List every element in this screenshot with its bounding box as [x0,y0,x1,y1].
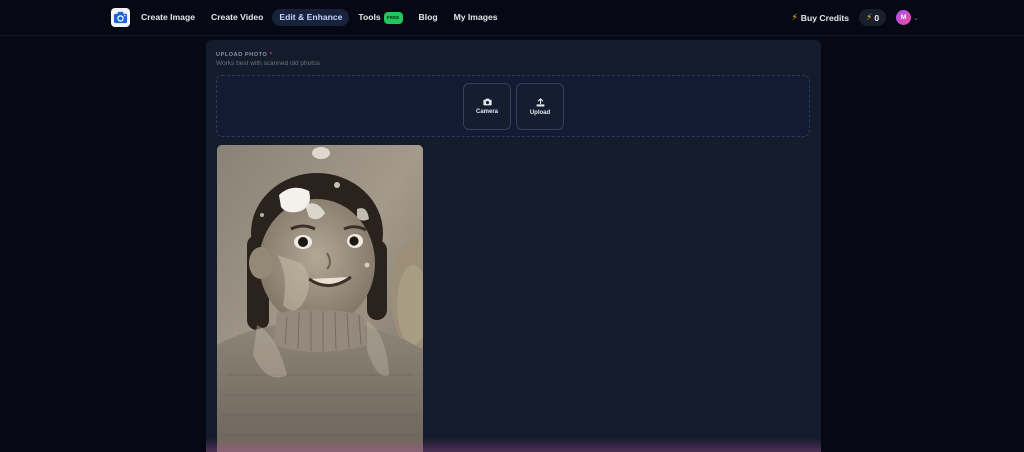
nav-my-images-label: My Images [453,12,498,22]
lightning-bolt-icon: ⚡ [866,12,873,22]
buy-credits-button[interactable]: ⚡ Buy Credits [791,12,849,23]
free-badge: FREE [383,11,403,24]
nav-create-video[interactable]: Create Video [204,9,270,26]
camera-icon [482,98,492,106]
upload-tray-icon [536,97,544,106]
main-nav: Create Image Create Video Edit & Enhance… [134,9,505,26]
nav-blog-label: Blog [418,12,438,22]
nav-my-images[interactable]: My Images [447,9,505,26]
nav-edit-enhance-label: Edit & Enhance [279,12,343,22]
camera-label: Camera [475,109,498,115]
nav-blog[interactable]: Blog [412,9,445,26]
nav-edit-enhance[interactable]: Edit & Enhance [272,9,350,26]
avatar: M [896,10,912,25]
upload-panel: UPLOAD PHOTO * Works best with scanned o… [206,40,821,452]
upload-photo-label-text: UPLOAD PHOTO [216,52,268,58]
nav-create-image[interactable]: Create Image [134,9,202,26]
camera-logo-icon [113,11,128,24]
upload-label: Upload [529,109,551,116]
panel-bottom-glow [206,438,821,452]
upload-button[interactable]: Upload [516,83,564,130]
upload-hint: Works best with scanned old photos [216,60,320,67]
account-area: ⚡ Buy Credits ⚡ 0 M ⌄ [791,9,919,26]
nav-tools-label: Tools [358,12,381,22]
buy-credits-label: Buy Credits [800,12,850,23]
nav-create-image-label: Create Image [141,12,195,22]
credit-balance[interactable]: ⚡ 0 [859,9,887,26]
user-menu[interactable]: M ⌄ [896,10,919,25]
camera-button[interactable]: Camera [463,83,511,130]
app-logo[interactable] [111,8,130,27]
upload-dropzone[interactable]: Camera Upload [216,75,810,137]
nav-create-video-label: Create Video [210,12,264,22]
required-mark: * [269,52,273,58]
uploaded-photo-preview [217,145,423,452]
photo-image [217,145,423,452]
chevron-down-icon: ⌄ [913,14,919,22]
lightning-bolt-icon: ⚡ [791,12,798,22]
credit-count: 0 [874,12,880,23]
upload-photo-label: UPLOAD PHOTO * [216,52,272,58]
top-nav-bar: Create Image Create Video Edit & Enhance… [0,0,1024,36]
nav-tools[interactable]: Tools FREE [351,9,409,26]
